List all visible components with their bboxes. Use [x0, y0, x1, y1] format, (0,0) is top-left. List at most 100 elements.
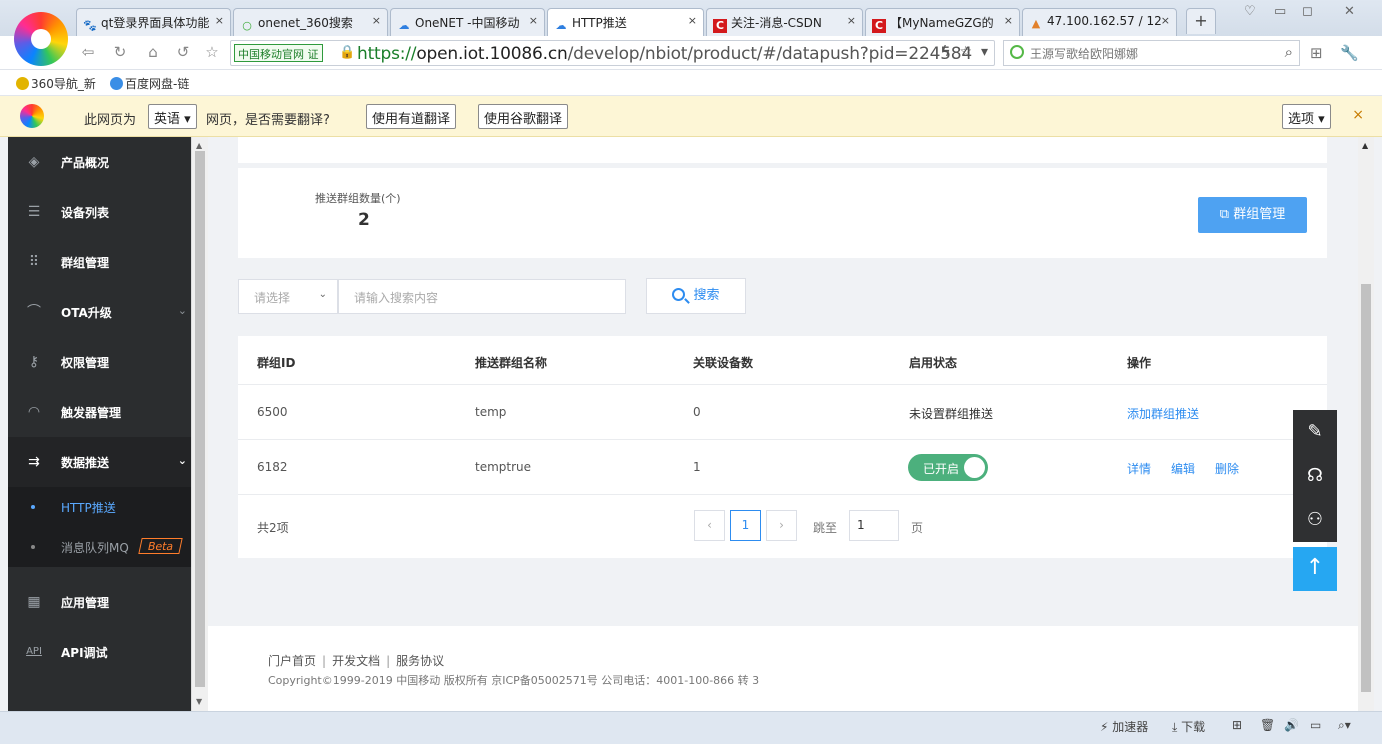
maximize-icon[interactable]: ◻	[1302, 4, 1313, 19]
tab-qt-login[interactable]: 🐾 qt登录界面具体功能 ×	[76, 8, 231, 36]
extensions-icon[interactable]: ⊞	[1310, 44, 1323, 62]
close-tab-icon[interactable]: ×	[688, 14, 697, 27]
sidebar-subitem-http-push[interactable]: HTTP推送	[8, 487, 191, 527]
scrollbar-thumb[interactable]	[1361, 284, 1371, 692]
sidebar-item-api-debug[interactable]: API API调试	[8, 627, 191, 677]
tools-icon[interactable]: 🔧	[1340, 44, 1359, 62]
sidebar-item-trigger[interactable]: ◠ 触发器管理	[8, 387, 191, 437]
close-tab-icon[interactable]: ×	[847, 14, 856, 27]
detail-link[interactable]: 详情	[1127, 460, 1151, 477]
footer-link-terms[interactable]: 服务协议	[396, 654, 444, 668]
close-translate-icon[interactable]: ×	[1352, 107, 1364, 123]
scrollbar-thumb[interactable]	[195, 151, 205, 687]
next-page-button[interactable]: ›	[766, 510, 797, 541]
translate-options-button[interactable]: 选项 ▾	[1282, 104, 1331, 129]
scroll-down-icon[interactable]: ▼	[196, 697, 202, 706]
browser-search-box[interactable]: 王源写歌给欧阳娜娜 ⌕	[1003, 40, 1300, 66]
download-button[interactable]: ⤓ 下载	[1172, 718, 1205, 735]
home-icon[interactable]: ⌂	[143, 43, 163, 61]
language-select[interactable]: 英语 ▾	[148, 104, 197, 129]
close-tab-icon[interactable]: ×	[372, 14, 381, 27]
back-to-top-button[interactable]: ↑	[1293, 547, 1337, 591]
new-tab-button[interactable]: +	[1186, 8, 1216, 34]
search-icon	[672, 288, 686, 301]
add-group-push-link[interactable]: 添加群组推送	[1127, 405, 1199, 422]
close-tab-icon[interactable]: ×	[529, 14, 538, 27]
status-toggle[interactable]: 已开启	[908, 454, 988, 481]
footer-link-docs[interactable]: 开发文档	[332, 654, 380, 668]
sidebar-item-permission[interactable]: ⚷ 权限管理	[8, 337, 191, 387]
accelerator-button[interactable]: ⚡ 加速器	[1100, 718, 1148, 735]
trash-icon[interactable]: 🗑	[1260, 718, 1275, 732]
push-group-count-label: 推送群组数量(个)	[315, 192, 401, 205]
bookmark-360-nav[interactable]: 360导航_新	[16, 75, 96, 92]
bookmarks-bar: 360导航_新 百度网盘-链	[0, 70, 1382, 96]
minimize-icon[interactable]: ▭	[1274, 4, 1286, 19]
sidebar-item-group-manage[interactable]: ⠿ 群组管理	[8, 237, 191, 287]
feedback-pen-icon[interactable]: ✎	[1293, 410, 1337, 454]
site-verified-badge[interactable]: 中国移动官网 证	[234, 44, 323, 62]
favorite-star-icon[interactable]: ☆	[202, 43, 222, 61]
url-field[interactable]: 中国移动官网 证 🔒 https://open.iot.10086.cn/dev…	[230, 40, 995, 66]
sidebar-item-product-overview[interactable]: ◈ 产品概况	[8, 137, 191, 187]
tab-phpmyadmin[interactable]: ▲ 47.100.162.57 / 12 ×	[1022, 8, 1177, 36]
dropdown-icon[interactable]: ▾	[981, 44, 988, 60]
group-name-cell: temp	[475, 405, 507, 419]
group-manage-button[interactable]: ⧉ 群组管理	[1198, 197, 1307, 233]
close-tab-icon[interactable]: ×	[1161, 14, 1170, 27]
scroll-up-icon[interactable]: ▲	[1362, 141, 1368, 150]
sidebar-scrollbar[interactable]: ▲ ▼	[191, 137, 208, 711]
search-suggestion[interactable]: 王源写歌给欧阳娜娜	[1030, 45, 1138, 62]
volume-icon[interactable]: 🔊	[1284, 718, 1299, 732]
skin-icon[interactable]: ♡	[1244, 4, 1256, 19]
close-tab-icon[interactable]: ×	[215, 14, 224, 27]
google-translate-button[interactable]: 使用谷歌翻译	[478, 104, 569, 129]
add-user-icon[interactable]: ⚇	[1293, 498, 1337, 542]
main-scrollbar[interactable]: ▲	[1358, 137, 1374, 711]
filter-select[interactable]: 请选择 ⌄	[238, 279, 338, 314]
sidebar-item-data-push[interactable]: ⇉ 数据推送 ⌄	[8, 437, 191, 487]
sidebar-item-app-manage[interactable]: ▦ 应用管理	[8, 577, 191, 627]
search-icon[interactable]: ⌕	[1285, 43, 1293, 61]
browser-360-logo[interactable]	[14, 12, 68, 66]
back-icon[interactable]: ⇦	[78, 43, 98, 61]
undo-icon[interactable]: ↺	[173, 43, 193, 61]
baidu-pan-icon	[110, 77, 123, 90]
tab-http-push[interactable]: ☁ HTTP推送 ×	[547, 8, 704, 37]
cloud-icon: ☁	[398, 19, 410, 32]
page-button-1[interactable]: 1	[730, 510, 761, 541]
scroll-up-icon[interactable]: ▲	[196, 141, 202, 150]
search-input[interactable]: 请输入搜索内容	[338, 279, 626, 314]
close-window-icon[interactable]: ✕	[1344, 4, 1355, 19]
page-unit-label: 页	[911, 521, 924, 535]
delete-link[interactable]: 删除	[1215, 460, 1239, 477]
footer-link-home[interactable]: 门户首页	[268, 654, 316, 668]
refresh-icon[interactable]: ↻	[110, 43, 130, 61]
screenshot-icon[interactable]: ⊞	[1232, 718, 1242, 732]
url-text[interactable]: https://open.iot.10086.cn/develop/nbiot/…	[357, 44, 972, 64]
bookmark-star-icon[interactable]: ☆	[960, 44, 973, 60]
search-button[interactable]: 搜索	[646, 278, 746, 314]
close-tab-icon[interactable]: ×	[1004, 14, 1013, 27]
tab-onenet[interactable]: ☁ OneNET -中国移动 ×	[390, 8, 545, 36]
sidebar-item-device-list[interactable]: ☰ 设备列表	[8, 187, 191, 237]
address-bar: ⇦ ↻ ⌂ ↺ ☆ 中国移动官网 证 🔒 https://open.iot.10…	[0, 36, 1382, 70]
lock-icon[interactable]: 🔒	[339, 45, 355, 60]
sidebar-item-ota[interactable]: ⌒ OTA升级 ⌄	[8, 287, 191, 337]
screen-icon[interactable]: ▭	[1310, 718, 1321, 732]
tab-onenet-search[interactable]: ○ onenet_360搜索 ×	[233, 8, 388, 36]
browser-tab-bar: 🐾 qt登录界面具体功能 × ○ onenet_360搜索 × ☁ OneNET -中…	[0, 0, 1382, 37]
edit-link[interactable]: 编辑	[1171, 460, 1195, 477]
browser-360-logo-small	[20, 104, 44, 128]
column-header-status: 启用状态	[909, 356, 958, 370]
support-headset-icon[interactable]: ☊	[1293, 454, 1337, 498]
prev-page-button[interactable]: ‹	[694, 510, 725, 541]
tab-csdn-messages[interactable]: C 关注-消息-CSDN ×	[706, 8, 863, 36]
tab-mynamegzg[interactable]: C 【MyNameGZG的 ×	[865, 8, 1020, 36]
zoom-icon[interactable]: ⌕▾	[1338, 718, 1351, 733]
lightning-icon[interactable]: ϟ	[941, 44, 950, 60]
bookmark-baidu-pan[interactable]: 百度网盘-链	[110, 75, 189, 92]
sidebar-subitem-mq[interactable]: 消息队列MQ Beta	[8, 527, 191, 567]
youdao-translate-button[interactable]: 使用有道翻译	[366, 104, 457, 129]
jump-page-input[interactable]: 1	[849, 510, 899, 541]
